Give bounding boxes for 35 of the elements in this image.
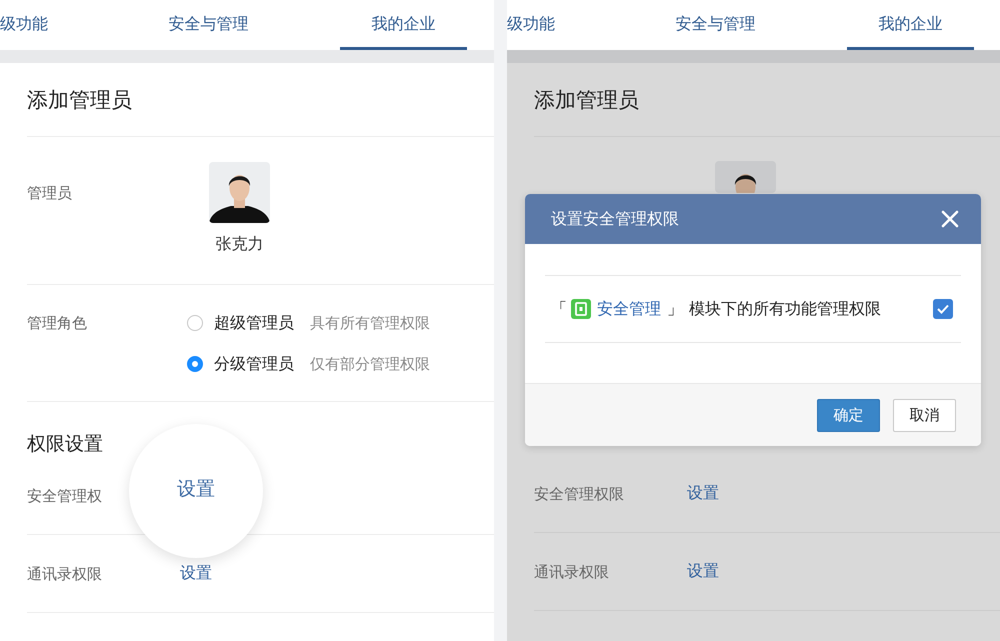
- permission-label: 通讯录权限: [534, 562, 610, 582]
- permission-label: 安全管理权: [27, 486, 103, 506]
- tab[interactable]: 安全与管理: [652, 0, 779, 50]
- tab[interactable]: 级功能: [0, 0, 145, 50]
- page-title: 添加管理员: [27, 86, 132, 114]
- check-icon: [937, 304, 949, 314]
- role-label: 管理角色: [27, 313, 88, 334]
- role-option: 分级管理员: [214, 354, 294, 374]
- role-hint: 具有所有管理权限: [310, 314, 430, 332]
- section-title: 权限设置: [27, 432, 103, 457]
- admin-name: 张克力: [216, 234, 264, 255]
- tab[interactable]: 安全与管理: [145, 0, 272, 50]
- radio-button[interactable]: [187, 356, 203, 372]
- role-hint: 仅有部分管理权限: [310, 354, 430, 374]
- settings-link[interactable]: 设置: [687, 561, 719, 582]
- page-title: 添加管理员: [534, 86, 639, 114]
- tab[interactable]: 级功能: [507, 0, 652, 50]
- permission-label: 安全管理权限: [534, 484, 625, 504]
- bracket: 」: [667, 298, 683, 320]
- module-link[interactable]: 安全管理: [597, 298, 661, 320]
- confirm-button[interactable]: 确定: [817, 398, 880, 432]
- permission-label: 通讯录权限: [27, 564, 103, 584]
- checkbox[interactable]: [933, 299, 953, 319]
- settings-link[interactable]: 设置: [180, 563, 212, 584]
- settings-link[interactable]: 设置: [177, 476, 215, 502]
- radio-button[interactable]: [187, 315, 203, 331]
- module-icon: [571, 299, 591, 319]
- bracket: 「: [551, 298, 567, 320]
- permission-text: 模块下的所有功能管理权限: [689, 298, 882, 320]
- role-option: 超级管理员: [214, 312, 294, 334]
- dialog-title: 设置安全管理权限: [551, 208, 679, 230]
- settings-link[interactable]: 设置: [687, 483, 719, 504]
- cancel-button[interactable]: 取消: [893, 398, 956, 432]
- close-button[interactable]: [941, 210, 959, 228]
- admin-label: 管理员: [27, 183, 73, 204]
